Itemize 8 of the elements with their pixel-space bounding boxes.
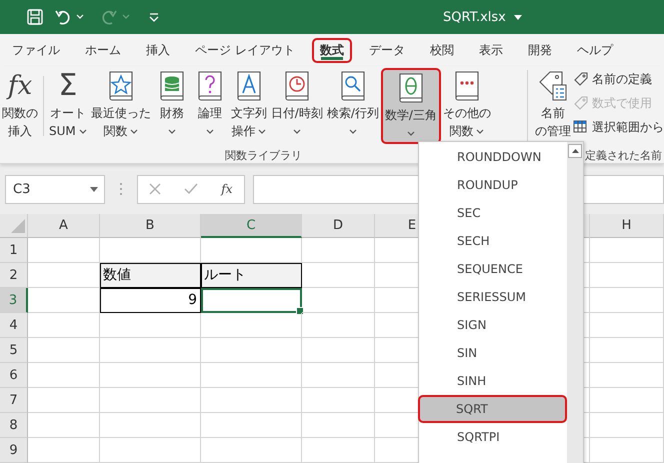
table-cell: 数値 (100, 263, 201, 288)
group-label: 定義された名前 (585, 148, 662, 163)
group-label: 関数ライブラリ (225, 148, 302, 163)
window-title: SQRT.xlsx (443, 10, 506, 24)
table-cell: 9 (100, 288, 201, 313)
table-cell: ルート (201, 263, 302, 288)
function-symbol: fx (8, 70, 32, 103)
function-symbol: Σ (58, 68, 78, 104)
